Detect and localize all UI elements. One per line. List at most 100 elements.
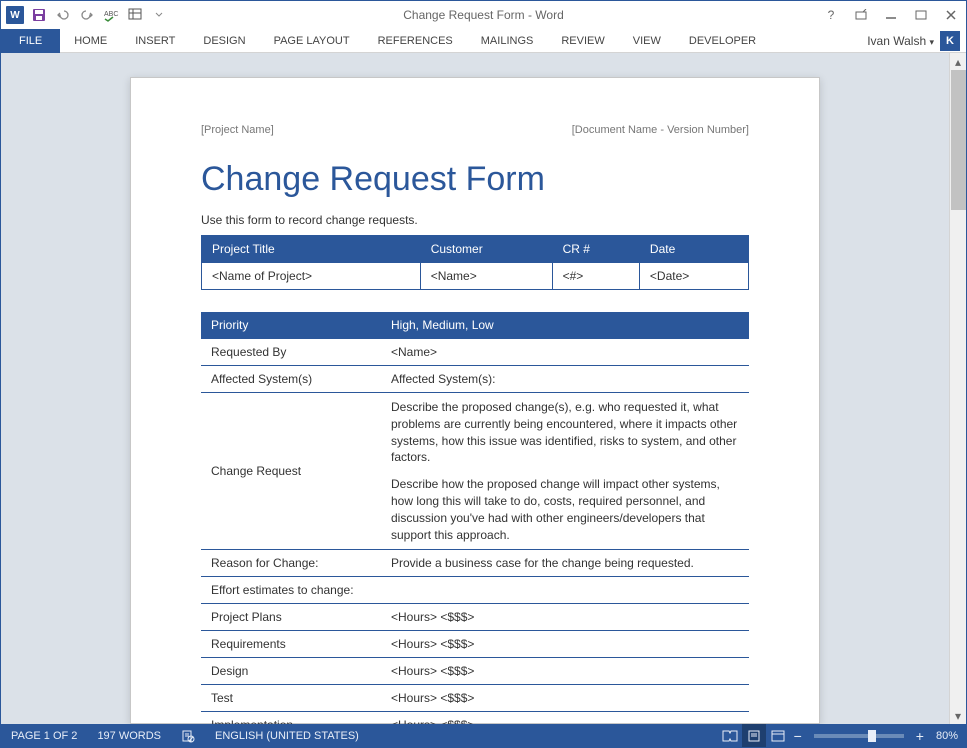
- maximize-icon[interactable]: [906, 1, 936, 29]
- row-value[interactable]: <Hours> <$$$>: [381, 631, 749, 658]
- document-viewport[interactable]: [Project Name] [Document Name - Version …: [1, 53, 949, 724]
- tab-references[interactable]: REFERENCES: [364, 29, 467, 53]
- tab-home[interactable]: HOME: [60, 29, 121, 53]
- scroll-down-icon[interactable]: ▾: [950, 707, 966, 724]
- vertical-scrollbar[interactable]: ▴ ▾: [949, 53, 966, 724]
- row-value[interactable]: Provide a business case for the change b…: [381, 550, 749, 577]
- header-left[interactable]: [Project Name]: [201, 124, 274, 136]
- row-value[interactable]: <Hours> <$$$>: [381, 685, 749, 712]
- row-value[interactable]: <Hours> <$$$>: [381, 604, 749, 631]
- th-customer[interactable]: Customer: [420, 236, 552, 263]
- word-app-icon[interactable]: W: [5, 5, 25, 25]
- row-value[interactable]: Affected System(s):: [381, 366, 749, 393]
- tab-view[interactable]: VIEW: [619, 29, 675, 53]
- title-bar: W ABC Change Request Form - Word ?: [1, 1, 966, 29]
- row-label[interactable]: Design: [201, 658, 381, 685]
- user-name[interactable]: Ivan Walsh ▾: [867, 34, 934, 48]
- user-area: Ivan Walsh ▾ K: [867, 31, 966, 51]
- th-project-title[interactable]: Project Title: [202, 236, 421, 263]
- td-date[interactable]: <Date>: [639, 263, 748, 290]
- th-priority[interactable]: Priority: [201, 312, 381, 339]
- table-icon[interactable]: [125, 5, 145, 25]
- row-value[interactable]: <Name>: [381, 339, 749, 366]
- row-label[interactable]: Implementation: [201, 712, 381, 724]
- qat-dropdown-icon[interactable]: [149, 5, 169, 25]
- row-label[interactable]: Effort estimates to change:: [201, 577, 381, 604]
- table-row: Reason for Change:Provide a business cas…: [201, 550, 749, 577]
- header-right[interactable]: [Document Name - Version Number]: [572, 124, 749, 136]
- tab-insert[interactable]: INSERT: [121, 29, 189, 53]
- table-row: Effort estimates to change:: [201, 577, 749, 604]
- close-icon[interactable]: [936, 1, 966, 29]
- zoom-out-icon[interactable]: −: [790, 728, 806, 744]
- user-badge[interactable]: K: [940, 31, 960, 51]
- ribbon-options-icon[interactable]: [846, 1, 876, 29]
- save-icon[interactable]: [29, 5, 49, 25]
- para[interactable]: Describe how the proposed change will im…: [391, 476, 739, 543]
- web-layout-icon[interactable]: [766, 724, 790, 747]
- status-bar: PAGE 1 OF 2 197 WORDS ENGLISH (UNITED ST…: [1, 724, 966, 747]
- table-row: Change Request Describe the proposed cha…: [201, 393, 749, 550]
- td-cr[interactable]: <#>: [552, 263, 639, 290]
- row-label[interactable]: Reason for Change:: [201, 550, 381, 577]
- row-value[interactable]: <Hours> <$$$>: [381, 712, 749, 724]
- tab-mailings[interactable]: MAILINGS: [467, 29, 548, 53]
- zoom-slider[interactable]: [814, 734, 904, 738]
- tab-developer[interactable]: DEVELOPER: [675, 29, 770, 53]
- scroll-thumb[interactable]: [951, 70, 966, 210]
- row-label[interactable]: Change Request: [201, 393, 381, 550]
- document-page[interactable]: [Project Name] [Document Name - Version …: [130, 77, 820, 724]
- table-row: Affected System(s)Affected System(s):: [201, 366, 749, 393]
- window-title: Change Request Form - Word: [403, 8, 564, 22]
- tab-review[interactable]: REVIEW: [547, 29, 618, 53]
- print-layout-icon[interactable]: [742, 724, 766, 747]
- para[interactable]: Describe the proposed change(s), e.g. wh…: [391, 399, 739, 466]
- page-counter[interactable]: PAGE 1 OF 2: [1, 724, 87, 747]
- th-priority-val[interactable]: High, Medium, Low: [381, 312, 749, 339]
- table-row: Requirements<Hours> <$$$>: [201, 631, 749, 658]
- table-row: Implementation<Hours> <$$$>: [201, 712, 749, 724]
- td-project-title[interactable]: <Name of Project>: [202, 263, 421, 290]
- zoom-in-icon[interactable]: +: [912, 728, 928, 744]
- th-cr[interactable]: CR #: [552, 236, 639, 263]
- row-label[interactable]: Test: [201, 685, 381, 712]
- row-value[interactable]: Describe the proposed change(s), e.g. wh…: [381, 393, 749, 550]
- td-customer[interactable]: <Name>: [420, 263, 552, 290]
- intro-text[interactable]: Use this form to record change requests.: [201, 213, 749, 227]
- spelling-icon[interactable]: ABC: [101, 5, 121, 25]
- th-date[interactable]: Date: [639, 236, 748, 263]
- scroll-up-icon[interactable]: ▴: [950, 53, 966, 70]
- row-value[interactable]: [381, 577, 749, 604]
- redo-icon[interactable]: [77, 5, 97, 25]
- status-right: − + 80%: [718, 724, 966, 747]
- undo-icon[interactable]: [53, 5, 73, 25]
- read-mode-icon[interactable]: [718, 724, 742, 747]
- table-row: Requested By<Name>: [201, 339, 749, 366]
- proofing-icon[interactable]: [171, 724, 205, 747]
- tab-design[interactable]: DESIGN: [189, 29, 259, 53]
- row-label[interactable]: Project Plans: [201, 604, 381, 631]
- quick-access-toolbar: W ABC: [1, 5, 169, 25]
- zoom-thumb[interactable]: [868, 730, 876, 742]
- zoom-level[interactable]: 80%: [928, 730, 966, 742]
- document-title[interactable]: Change Request Form: [201, 160, 749, 199]
- page-header: [Project Name] [Document Name - Version …: [201, 124, 749, 136]
- file-tab[interactable]: FILE: [1, 29, 60, 53]
- table-row: Project Plans<Hours> <$$$>: [201, 604, 749, 631]
- window-controls: ?: [816, 1, 966, 29]
- ribbon-tabs: FILE HOME INSERT DESIGN PAGE LAYOUT REFE…: [1, 29, 966, 53]
- document-area: [Project Name] [Document Name - Version …: [1, 53, 966, 724]
- minimize-icon[interactable]: [876, 1, 906, 29]
- row-label[interactable]: Requested By: [201, 339, 381, 366]
- row-value[interactable]: <Hours> <$$$>: [381, 658, 749, 685]
- project-info-table[interactable]: Project Title Customer CR # Date <Name o…: [201, 235, 749, 290]
- svg-text:ABC: ABC: [104, 11, 118, 18]
- table-row: Test<Hours> <$$$>: [201, 685, 749, 712]
- word-count[interactable]: 197 WORDS: [87, 724, 171, 747]
- row-label[interactable]: Affected System(s): [201, 366, 381, 393]
- change-details-table[interactable]: Priority High, Medium, Low Requested By<…: [201, 312, 749, 724]
- row-label[interactable]: Requirements: [201, 631, 381, 658]
- help-icon[interactable]: ?: [816, 1, 846, 29]
- language[interactable]: ENGLISH (UNITED STATES): [205, 724, 369, 747]
- tab-page-layout[interactable]: PAGE LAYOUT: [260, 29, 364, 53]
